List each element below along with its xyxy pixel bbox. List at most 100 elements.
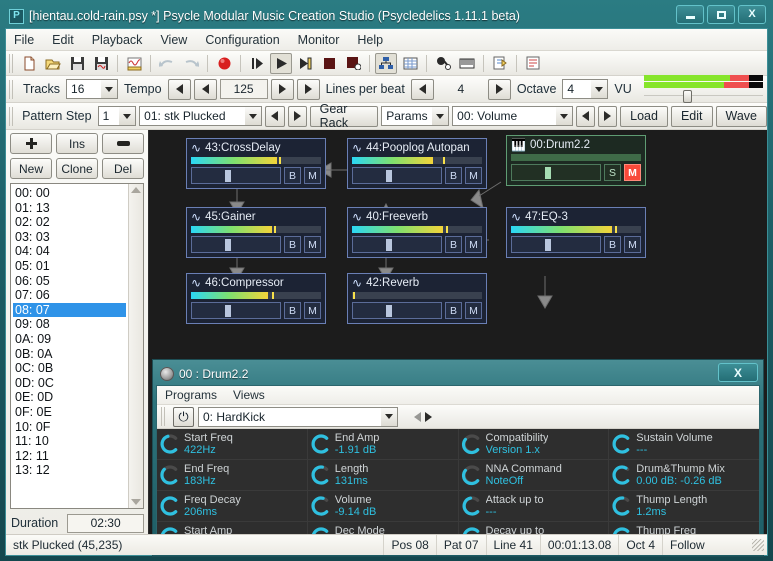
wave-editor-icon[interactable] bbox=[123, 53, 145, 74]
machine-button-b[interactable]: B bbox=[445, 302, 462, 319]
sequence-entry[interactable]: 0A: 09 bbox=[13, 332, 143, 347]
midi-icon[interactable] bbox=[489, 53, 511, 74]
sequence-entry[interactable]: 10: 0F bbox=[13, 420, 143, 435]
tracks-select[interactable]: 16 bbox=[66, 79, 119, 99]
close-button[interactable]: X bbox=[738, 5, 766, 24]
knob-icon[interactable] bbox=[310, 464, 332, 486]
sequence-entry[interactable]: 13: 12 bbox=[13, 463, 143, 478]
machine-button-b[interactable]: B bbox=[445, 167, 462, 184]
new-pattern-button[interactable]: New bbox=[10, 158, 52, 179]
tempo-increase-button[interactable] bbox=[270, 78, 294, 100]
sequence-entry[interactable]: 04: 04 bbox=[13, 244, 143, 259]
slider-handle[interactable] bbox=[225, 170, 232, 182]
parameter-cell[interactable]: NNA Command NoteOff bbox=[458, 460, 609, 490]
sequence-entry[interactable]: 00: 00 bbox=[13, 186, 143, 201]
stop-all-icon[interactable] bbox=[342, 53, 364, 74]
machine-box[interactable]: ∿ 44:Pooplog Autopan B M bbox=[347, 138, 487, 189]
machine-button-mute[interactable]: M bbox=[624, 164, 641, 181]
wave-button[interactable]: Wave bbox=[715, 105, 767, 127]
toolbar-grip[interactable] bbox=[9, 53, 14, 73]
remove-pattern-button[interactable] bbox=[102, 133, 144, 154]
knob-icon[interactable] bbox=[461, 495, 483, 517]
toolbar-grip[interactable] bbox=[161, 407, 166, 426]
machine-volume-slider[interactable] bbox=[191, 167, 281, 184]
pattern-step-select[interactable]: 1 bbox=[97, 106, 137, 126]
next-program-icon[interactable] bbox=[425, 411, 432, 422]
machine-button-mute[interactable]: M bbox=[304, 302, 321, 319]
machine-button-b[interactable]: B bbox=[604, 236, 621, 253]
octave-select[interactable]: 4 bbox=[562, 79, 609, 99]
machine-volume-slider[interactable] bbox=[511, 236, 601, 253]
edit-button[interactable]: Edit bbox=[670, 105, 713, 127]
machine-volume-slider[interactable] bbox=[511, 164, 601, 181]
machine-box[interactable]: ∿ 40:Freeverb B M bbox=[347, 207, 487, 258]
save-as-icon[interactable] bbox=[90, 53, 112, 74]
instrument-next-button[interactable] bbox=[287, 105, 307, 127]
sequence-entry[interactable]: 0F: 0E bbox=[13, 405, 143, 420]
gear-rack-button[interactable]: Gear Rack bbox=[309, 102, 379, 130]
machine-box[interactable]: ∿ 47:EQ-3 B M bbox=[506, 207, 646, 258]
knob-icon[interactable] bbox=[310, 433, 332, 455]
machine-button-s[interactable]: S bbox=[604, 164, 621, 181]
parameter-select[interactable]: 00: Volume bbox=[452, 106, 573, 126]
sequence-list-scrollbar[interactable] bbox=[128, 184, 143, 508]
menu-item-file[interactable]: File bbox=[14, 33, 34, 47]
machine-button-mute[interactable]: M bbox=[624, 236, 641, 253]
pattern-view-icon[interactable] bbox=[399, 53, 421, 74]
toolbar-grip[interactable] bbox=[9, 79, 14, 99]
machine-button-b[interactable]: B bbox=[284, 167, 301, 184]
sequence-entry[interactable]: 02: 02 bbox=[13, 215, 143, 230]
tempo-value[interactable]: 125 bbox=[219, 79, 268, 99]
slider-handle[interactable] bbox=[386, 305, 393, 317]
machine-volume-slider[interactable] bbox=[191, 236, 281, 253]
menu-item-help[interactable]: Help bbox=[357, 33, 383, 47]
keyboard-icon[interactable] bbox=[456, 53, 478, 74]
tempo-decrease-fast-button[interactable] bbox=[167, 78, 191, 100]
sequence-entry[interactable]: 01: 13 bbox=[13, 201, 143, 216]
sequence-entry[interactable]: 0E: 0D bbox=[13, 390, 143, 405]
dialog-menu-views[interactable]: Views bbox=[233, 388, 265, 402]
machine-button-b[interactable]: B bbox=[445, 236, 462, 253]
parameter-cell[interactable]: End Amp -1.91 dB bbox=[307, 429, 458, 459]
machine-button-mute[interactable]: M bbox=[304, 236, 321, 253]
minimize-button[interactable] bbox=[676, 5, 704, 24]
knob-icon[interactable] bbox=[611, 495, 633, 517]
knob-icon[interactable] bbox=[310, 495, 332, 517]
menu-item-edit[interactable]: Edit bbox=[52, 33, 74, 47]
machine-button-mute[interactable]: M bbox=[465, 236, 482, 253]
menu-item-playback[interactable]: Playback bbox=[92, 33, 143, 47]
menu-item-view[interactable]: View bbox=[160, 33, 187, 47]
dialog-menu-programs[interactable]: Programs bbox=[165, 388, 217, 402]
machine-button-mute[interactable]: M bbox=[304, 167, 321, 184]
machine-box[interactable]: ∿ 42:Reverb B M bbox=[347, 273, 487, 324]
tempo-increase-fast-button[interactable] bbox=[296, 78, 320, 100]
parameter-cell[interactable]: Sustain Volume --- bbox=[609, 429, 759, 459]
lines-decrease-button[interactable] bbox=[410, 78, 434, 100]
open-file-icon[interactable] bbox=[42, 53, 64, 74]
program-select[interactable]: 0: HardKick bbox=[198, 406, 398, 427]
slider-handle[interactable] bbox=[386, 170, 393, 182]
slider-handle[interactable] bbox=[386, 239, 393, 251]
add-pattern-button[interactable] bbox=[10, 133, 52, 154]
play-selection-icon[interactable] bbox=[294, 53, 316, 74]
knob-icon[interactable] bbox=[159, 495, 181, 517]
param-next-button[interactable] bbox=[598, 105, 618, 127]
machine-box[interactable]: ∿ 43:CrossDelay B M bbox=[186, 138, 326, 189]
parameter-cell[interactable]: Volume -9.14 dB bbox=[307, 491, 458, 521]
master-volume-slider[interactable] bbox=[643, 89, 763, 103]
clone-pattern-button[interactable]: Clone bbox=[56, 158, 98, 179]
record-icon[interactable] bbox=[213, 53, 235, 74]
instrument-prev-button[interactable] bbox=[265, 105, 285, 127]
sequence-entry[interactable]: 0C: 0B bbox=[13, 361, 143, 376]
lines-value[interactable]: 4 bbox=[437, 79, 485, 99]
redo-icon[interactable] bbox=[180, 53, 202, 74]
slider-handle[interactable] bbox=[545, 167, 552, 179]
parameter-cell[interactable]: Drum&Thump Mix 0.00 dB: -0.26 dB bbox=[609, 460, 759, 490]
slider-handle[interactable] bbox=[225, 305, 232, 317]
machine-button-mute[interactable]: M bbox=[465, 167, 482, 184]
new-file-icon[interactable] bbox=[18, 53, 40, 74]
machine-volume-slider[interactable] bbox=[191, 302, 281, 319]
sequence-entry[interactable]: 09: 08 bbox=[13, 317, 143, 332]
knob-icon[interactable] bbox=[461, 464, 483, 486]
parameter-cell[interactable]: Start Freq 422Hz bbox=[157, 429, 307, 459]
